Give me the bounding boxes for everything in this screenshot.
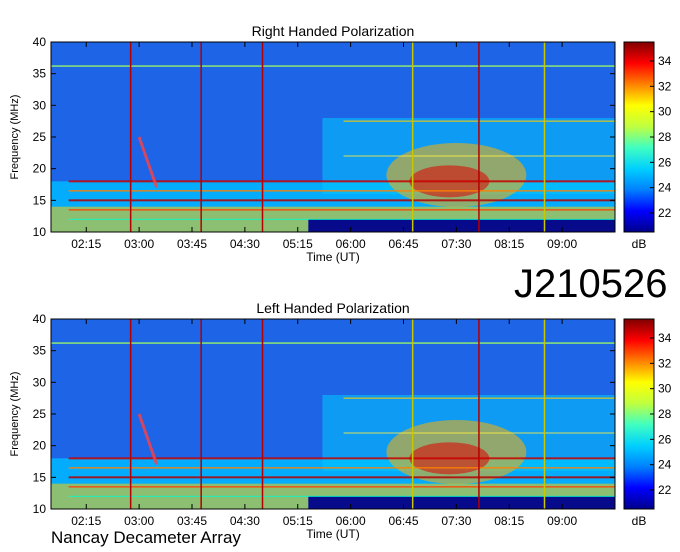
chart-title: Right Handed Polarization — [252, 23, 415, 39]
colorbar-unit-label: dB — [632, 514, 647, 528]
frequency-stripe — [68, 457, 615, 460]
colorbar-tick-label: 26 — [658, 432, 672, 446]
x-tick-label: 03:00 — [124, 514, 154, 528]
y-tick-label: 25 — [33, 130, 47, 144]
left-polarization-panel: Left Handed Polarization 02:15 03:00 03:45 0… — [9, 300, 672, 541]
frequency-stripe — [68, 467, 615, 469]
colorbar-tick-label: 24 — [658, 458, 672, 472]
x-tick-label: 05:15 — [283, 237, 313, 251]
frequency-stripe — [51, 65, 615, 67]
x-tick-label: 03:45 — [177, 237, 207, 251]
emission-band — [308, 219, 615, 232]
colorbar-tick-label: 34 — [658, 331, 672, 345]
y-tick-label: 30 — [33, 375, 47, 389]
y-tick-label: 35 — [33, 344, 47, 358]
y-tick-label: 35 — [33, 67, 47, 81]
frequency-stripe — [68, 199, 615, 202]
right-polarization-panel: Right Handed Polarization 02:15 03:00 03:45… — [9, 23, 672, 264]
colorbar-tick-label: 24 — [658, 181, 672, 195]
x-tick-label: 02:15 — [71, 514, 101, 528]
colorbar-tick-label: 32 — [658, 356, 672, 370]
x-tick-label: 06:00 — [336, 237, 366, 251]
y-tick-label: 10 — [33, 502, 47, 516]
x-tick-label: 08:15 — [494, 514, 524, 528]
x-tick-label: 05:15 — [283, 514, 313, 528]
colorbar-tick-label: 34 — [658, 54, 672, 68]
frequency-stripe — [68, 476, 615, 479]
x-tick-label: 09:00 — [547, 514, 577, 528]
colorbar-tick-label: 30 — [658, 382, 672, 396]
colorbar-tick-label: 26 — [658, 155, 672, 169]
x-tick-label: 02:15 — [71, 237, 101, 251]
x-tick-label: 06:45 — [388, 237, 418, 251]
frequency-stripe — [68, 486, 615, 488]
frequency-stripe — [68, 495, 615, 497]
y-tick-label: 15 — [33, 470, 47, 484]
colorbar-tick-label: 28 — [658, 130, 672, 144]
emission-band — [308, 496, 615, 509]
colorbar-tick-label: 32 — [658, 79, 672, 93]
y-tick-label: 25 — [33, 407, 47, 421]
frequency-stripe — [51, 342, 615, 344]
y-tick-label: 15 — [33, 193, 47, 207]
chart-title: Left Handed Polarization — [256, 300, 409, 316]
x-tick-label: 07:30 — [441, 237, 471, 251]
colorbar — [623, 41, 655, 233]
colorbar — [623, 318, 655, 510]
x-tick-label: 04:30 — [230, 514, 260, 528]
colorbar-tick-label: 28 — [658, 407, 672, 421]
frequency-stripe — [68, 218, 615, 220]
observation-id: J210526 — [514, 262, 668, 306]
x-tick-label: 07:30 — [441, 514, 471, 528]
colorbar-tick-label: 30 — [658, 105, 672, 119]
y-tick-label: 40 — [33, 35, 47, 49]
frequency-stripe — [68, 190, 615, 192]
y-tick-label: 20 — [33, 439, 47, 453]
y-tick-label: 30 — [33, 98, 47, 112]
colorbar-tick-label: 22 — [658, 206, 672, 220]
x-tick-label: 04:30 — [230, 237, 260, 251]
y-axis-label: Frequency (MHz) — [9, 95, 21, 180]
frequency-stripe — [68, 180, 615, 183]
x-tick-label: 03:45 — [177, 514, 207, 528]
colorbar-unit-label: dB — [632, 237, 647, 251]
y-tick-label: 40 — [33, 312, 47, 326]
colorbar-tick-label: 22 — [658, 483, 672, 497]
x-axis-label: Time (UT) — [306, 527, 360, 541]
x-tick-label: 06:45 — [388, 514, 418, 528]
y-tick-label: 20 — [33, 162, 47, 176]
y-axis-label: Frequency (MHz) — [9, 372, 21, 457]
x-axis-label: Time (UT) — [306, 250, 360, 264]
x-tick-label: 06:00 — [336, 514, 366, 528]
instrument-label: Nancay Decameter Array — [51, 528, 241, 547]
x-tick-label: 03:00 — [124, 237, 154, 251]
frequency-stripe — [68, 209, 615, 211]
y-tick-label: 10 — [33, 225, 47, 239]
x-tick-label: 09:00 — [547, 237, 577, 251]
x-tick-label: 08:15 — [494, 237, 524, 251]
